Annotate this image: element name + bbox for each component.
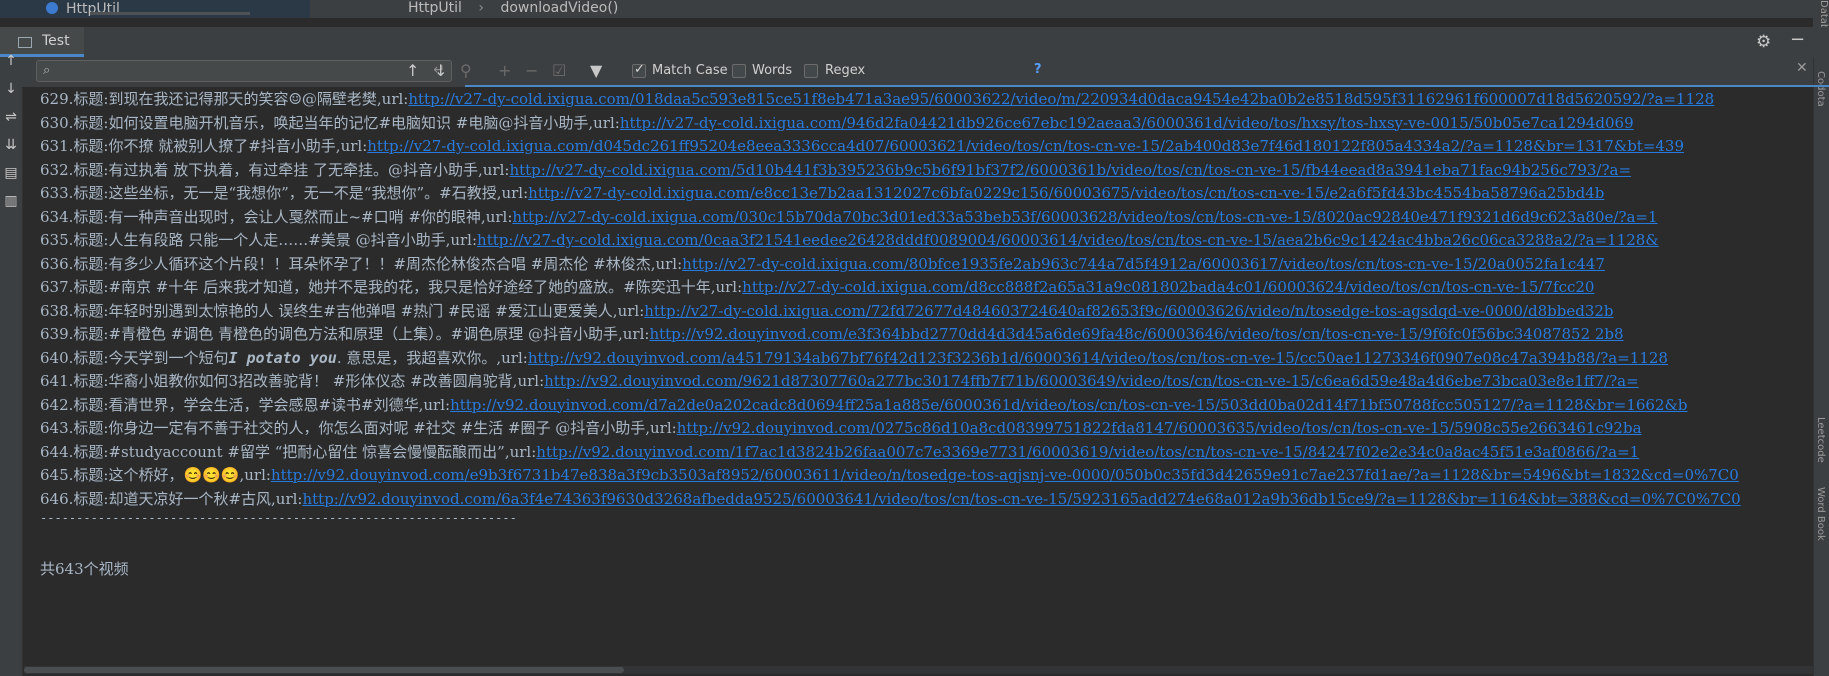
match-case-checkbox[interactable]: [632, 62, 646, 78]
video-url-link[interactable]: http://v92.douyinvod.com/6a3f4e74363f963…: [302, 490, 1740, 508]
console-line: 644.标题:#studyaccount #留学 “把耐心留住 惊喜会慢慢酝酿而…: [40, 442, 1640, 461]
video-url-link[interactable]: http://v92.douyinvod.com/e9b3f6731b47e83…: [271, 466, 1739, 484]
run-tab-label: Test: [42, 33, 70, 49]
console-line: 635.标题:人生有段路 只能一个人走……#美景 @抖音小助手,url:http…: [40, 231, 1659, 249]
search-icon: ⌕: [43, 63, 51, 78]
video-url-link[interactable]: http://v27-dy-cold.ixigua.com/72fd72677d…: [644, 302, 1613, 320]
tab-underline: [90, 12, 250, 15]
video-url-link[interactable]: http://v92.douyinvod.com/0275c86d10a8cd0…: [677, 419, 1642, 437]
console-line: 638.标题:年轻时别遇到太惊艳的人 误终生#吉他弹唱 #热门 #民谣 #爱江山…: [40, 301, 1614, 320]
close-icon[interactable]: ✕: [1796, 60, 1808, 76]
class-icon: [46, 2, 58, 14]
breadcrumb-method[interactable]: downloadVideo(): [500, 0, 618, 16]
total-count-text: 共643个视频: [40, 560, 129, 578]
find-bar: ⌕ ↵ ↑ ↓ ⚲ + − ☑ ▼ Match Case Words Regex…: [22, 57, 1829, 88]
search-input[interactable]: [63, 63, 417, 81]
console-line: 634.标题:有一种声音出现时，会让人戛然而止~#口哨 #你的眼神,url:ht…: [40, 207, 1658, 226]
add-occurrence-icon[interactable]: +: [498, 61, 511, 80]
video-url-link[interactable]: http://v92.douyinvod.com/a45179134ab67bf…: [528, 349, 1668, 367]
console-line: 639.标题:#青橙色 #调色 青橙色的调色方法和原理（上集）。#调色原理 @抖…: [40, 325, 1624, 343]
console-line: 640.标题:今天学到一个短句I potato you. 意思是，我超喜欢你。,…: [40, 348, 1668, 367]
match-case-label[interactable]: Match Case: [652, 63, 728, 78]
scrollbar-thumb[interactable]: [24, 667, 624, 673]
right-strip-wordbook[interactable]: Word Book: [1815, 487, 1826, 541]
video-url-link[interactable]: http://v92.douyinvod.com/d7a2de0a202cadc…: [450, 396, 1687, 414]
console-icon: [18, 37, 32, 48]
select-all-occurrences-icon[interactable]: ☑: [552, 61, 566, 80]
video-url-link[interactable]: http://v27-dy-cold.ixigua.com/e8cc13e7b2…: [528, 184, 1604, 202]
video-url-link[interactable]: http://v27-dy-cold.ixigua.com/0caa3f2154…: [477, 231, 1659, 249]
right-strip-codota[interactable]: Codota: [1815, 71, 1826, 107]
words-checkbox[interactable]: [732, 64, 746, 78]
console-line: 632.标题:有过执着 放下执着，有过牵挂 了无牵挂。@抖音小助手,url:ht…: [40, 160, 1632, 179]
editor-tab-httputil[interactable]: HttpUtil: [0, 0, 310, 18]
regex-checkbox[interactable]: [804, 64, 818, 78]
soft-wrap-icon[interactable]: ⇌: [3, 109, 19, 125]
console-line: 641.标题:华裔小姐教你如何3招改善驼背！ #形体仪态 #改善圆肩驼背,url…: [40, 372, 1639, 390]
run-left-toolbar: ↑ ↓ ⇌ ⇊ ▤ ▥: [0, 53, 23, 676]
console-line: 630.标题:如何设置电脑开机音乐，唤起当年的记忆#电脑知识 #电脑@抖音小助手…: [40, 113, 1634, 132]
video-url-link[interactable]: http://v27-dy-cold.ixigua.com/030c15b70d…: [512, 208, 1657, 226]
video-url-link[interactable]: http://v27-dy-cold.ixigua.com/d8cc888f2a…: [742, 278, 1594, 296]
console-line: 645.标题:这个桥好，😊😊😊,url:http://v92.douyinvod…: [40, 466, 1739, 484]
regex-help-link[interactable]: ?: [1034, 62, 1042, 77]
gear-icon[interactable]: ⚙: [1756, 32, 1771, 52]
breadcrumb-class[interactable]: HttpUtil: [408, 0, 462, 16]
trash-icon[interactable]: ▥: [3, 193, 19, 209]
remove-occurrence-icon[interactable]: −: [525, 61, 538, 80]
video-url-link[interactable]: http://v27-dy-cold.ixigua.com/80bfce1935…: [682, 255, 1605, 273]
video-url-link[interactable]: http://v92.douyinvod.com/9621d87307760a2…: [544, 372, 1639, 390]
hide-window-icon[interactable]: −: [1790, 29, 1805, 50]
down-arrow-icon[interactable]: ↓: [3, 81, 19, 97]
run-window-header: Test ⚙ −: [0, 27, 1829, 58]
video-url-link[interactable]: http://v27-dy-cold.ixigua.com/5d10b441f3…: [509, 161, 1631, 179]
console-line: 631.标题:你不撩 就被别人撩了#抖音小助手,url:http://v27-d…: [40, 137, 1685, 155]
console-line: 629.标题:到现在我还记得那天的笑容☺@隔壁老樊,url:http://v27…: [40, 90, 1715, 108]
horizontal-scrollbar[interactable]: [24, 666, 1813, 674]
words-label[interactable]: Words: [752, 63, 792, 78]
video-url-link[interactable]: http://v92.douyinvod.com/1f7ac1d3824b26f…: [536, 443, 1639, 461]
console-line: 642.标题:看清世界，学会生活，学会感恩#读书#刘德华,url:http://…: [40, 395, 1688, 414]
right-tool-strip: Codota Leetcode Word Book: [1813, 57, 1829, 676]
video-url-link[interactable]: http://v27-dy-cold.ixigua.com/d045dc261f…: [367, 137, 1684, 155]
separator-line: ----------------------------------------…: [40, 511, 517, 525]
right-strip-leetcode[interactable]: Leetcode: [1815, 417, 1826, 463]
scroll-to-end-icon[interactable]: ⇊: [3, 137, 19, 153]
video-url-link[interactable]: http://v92.douyinvod.com/e3f364bbd2770dd…: [649, 325, 1623, 343]
rerun-up-arrow-icon[interactable]: ↑: [3, 53, 19, 69]
find-all-icon[interactable]: ⚲: [460, 61, 472, 80]
regex-label[interactable]: Regex: [825, 63, 865, 78]
breadcrumb-separator: ›: [478, 0, 484, 16]
console-line: 643.标题:你身边一定有不善于社交的人，你怎么面对呢 #社交 #生活 #圈子 …: [40, 419, 1642, 437]
console-line: 637.标题:#南京 #十年 后来我才知道，她并不是我的花，我只是恰好途经了她的…: [40, 278, 1595, 296]
console-line: 633.标题:这些坐标，无一是“我想你”，无一不是“我想你”。#石教授,url:…: [40, 184, 1605, 202]
console-line: 646.标题:却道天凉好一个秋#古风,url:http://v92.douyin…: [40, 489, 1741, 508]
previous-occurrence-icon[interactable]: ↑: [406, 61, 419, 80]
video-url-link[interactable]: http://v27-dy-cold.ixigua.com/018daa5c59…: [408, 90, 1714, 108]
active-underline: [465, 85, 1829, 87]
search-field[interactable]: ⌕ ↵: [36, 60, 452, 82]
video-url-link[interactable]: http://v27-dy-cold.ixigua.com/946d2fa044…: [620, 114, 1634, 132]
next-occurrence-icon[interactable]: ↓: [434, 61, 447, 80]
console-output[interactable]: 629.标题:到现在我还记得那天的笑容☺@隔壁老樊,url:http://v27…: [24, 88, 1813, 676]
filter-icon[interactable]: ▼: [590, 61, 602, 80]
editor-breadcrumb-bar: HttpUtil HttpUtil › downloadVideo(): [0, 0, 1829, 18]
console-line: 636.标题:有多少人循环这个片段！！耳朵怀孕了！！#周杰伦林俊杰合唱 #周杰伦…: [40, 254, 1605, 273]
breadcrumb: HttpUtil › downloadVideo(): [408, 0, 630, 16]
print-icon[interactable]: ▤: [3, 165, 19, 181]
